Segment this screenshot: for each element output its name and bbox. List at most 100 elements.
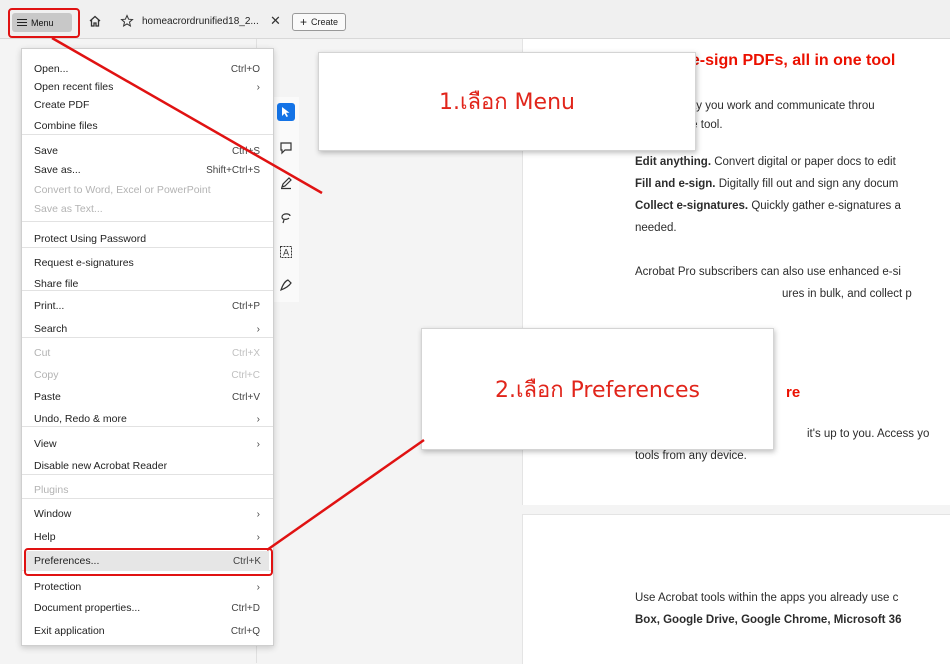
- menu-item-label: Exit application: [34, 625, 105, 637]
- fill-text: Digitally fill out and sign any docum: [715, 178, 899, 190]
- chevron-right-icon: ›: [256, 438, 260, 450]
- collect-bold: Collect e-signatures.: [635, 200, 749, 212]
- document-text: Edit anything. Convert digital or paper …: [635, 156, 896, 168]
- menu-item-exit-application[interactable]: Exit application Ctrl+Q: [34, 621, 260, 641]
- comment-icon[interactable]: [277, 139, 295, 157]
- menu-item-label: Search: [34, 323, 68, 335]
- menu-item-document-properties[interactable]: Document properties... Ctrl+D: [34, 598, 260, 618]
- menu-item-shortcut: Ctrl+D: [231, 602, 260, 614]
- menu-item-view[interactable]: View ›: [34, 434, 260, 454]
- document-heading: l e-sign PDFs, all in one tool: [682, 52, 896, 69]
- star-icon[interactable]: [120, 14, 134, 28]
- document-text: ures in bulk, and collect p: [782, 288, 912, 300]
- menu-item-label: Combine files: [34, 120, 98, 132]
- document-text: needed.: [635, 222, 677, 234]
- pen-icon[interactable]: [277, 174, 295, 192]
- menu-item-shortcut: Ctrl+S: [231, 145, 260, 157]
- plus-icon: +: [300, 15, 308, 29]
- menu-separator: [22, 221, 273, 222]
- highlight-preferences: [24, 548, 273, 576]
- close-icon[interactable]: ✕: [270, 13, 281, 29]
- menu-item-save-as[interactable]: Save as... Shift+Ctrl+S: [34, 160, 260, 180]
- menu-item-label: Create PDF: [34, 99, 90, 111]
- menu-item-window[interactable]: Window ›: [34, 504, 260, 524]
- menu-item-plugins[interactable]: Plugins: [34, 480, 260, 500]
- menu-item-request-e-signatures[interactable]: Request e-signatures: [34, 253, 260, 273]
- document-heading: re: [786, 384, 801, 401]
- document-text: Box, Google Drive, Google Chrome, Micros…: [635, 614, 902, 626]
- menu-item-open[interactable]: Open... Ctrl+O: [34, 59, 260, 79]
- menu-item-label: Copy: [34, 369, 59, 381]
- lasso-icon[interactable]: [277, 209, 295, 227]
- menu-item-print[interactable]: Print... Ctrl+P: [34, 296, 260, 316]
- menu-item-protect-using-password[interactable]: Protect Using Password: [34, 229, 260, 249]
- top-tab-bar: Menu homeacrordrunified18_2... ✕ + Creat…: [0, 0, 950, 39]
- menu-item-label: Undo, Redo & more: [34, 413, 127, 425]
- menu-item-shortcut: Ctrl+P: [231, 300, 260, 312]
- menu-item-label: Save as Text...: [34, 203, 103, 215]
- menu-item-shortcut: Ctrl+Q: [230, 625, 260, 637]
- menu-item-label: Open...: [34, 63, 69, 75]
- menu-item-create-pdf[interactable]: Create PDF: [34, 95, 260, 115]
- document-text: it's up to you. Access yo: [807, 428, 930, 440]
- create-button[interactable]: + Create: [292, 13, 347, 31]
- menu-item-shortcut: Ctrl+O: [230, 63, 260, 75]
- menu-item-label: Save as...: [34, 164, 81, 176]
- chevron-right-icon: ›: [256, 413, 260, 425]
- callout-step2-text: 2.เลือก Preferences: [495, 377, 700, 403]
- menu-item-help[interactable]: Help ›: [34, 527, 260, 547]
- menu-item-share-file[interactable]: Share file: [34, 274, 260, 294]
- menu-item-save-as-text[interactable]: Save as Text...: [34, 199, 260, 219]
- menu-item-label: Document properties...: [34, 602, 141, 614]
- menu-item-combine-files[interactable]: Combine files: [34, 116, 260, 136]
- menu-item-label: Protect Using Password: [34, 233, 147, 245]
- menu-item-label: View: [34, 438, 57, 450]
- document-text: Fill and e-sign. Digitally fill out and …: [635, 178, 898, 190]
- document-text: Acrobat Pro subscribers can also use enh…: [635, 266, 901, 278]
- tab-title[interactable]: homeacrordrunified18_2...: [142, 16, 259, 27]
- chevron-right-icon: ›: [256, 323, 260, 335]
- edit-bold: Edit anything.: [635, 156, 712, 168]
- menu-item-shortcut: Shift+Ctrl+S: [206, 164, 260, 176]
- select-tool-icon[interactable]: [277, 103, 295, 121]
- callout-step1-text: 1.เลือก Menu: [439, 90, 575, 115]
- sign-icon[interactable]: [277, 276, 295, 294]
- menu-item-label: Help: [34, 531, 56, 543]
- menu-item-paste[interactable]: Paste Ctrl+V: [34, 387, 260, 407]
- menu-item-undo-redo-more[interactable]: Undo, Redo & more ›: [34, 409, 260, 429]
- chevron-right-icon: ›: [256, 81, 260, 93]
- connector-line-step2: [266, 438, 425, 552]
- callout-step1: 1.เลือก Menu: [318, 52, 696, 151]
- menu-item-open-recent-files[interactable]: Open recent files ›: [34, 77, 260, 97]
- highlight-menu-button: [8, 8, 80, 38]
- menu-item-protection[interactable]: Protection ›: [34, 577, 260, 597]
- menu-item-search[interactable]: Search ›: [34, 319, 260, 339]
- chevron-right-icon: ›: [256, 531, 260, 543]
- document-page: [522, 514, 950, 664]
- menu-item-label: Request e-signatures: [34, 257, 134, 269]
- document-text: e way you work and communicate throu: [672, 100, 875, 112]
- menu-item-label: Paste: [34, 391, 61, 403]
- menu-item-label: Open recent files: [34, 81, 114, 93]
- menu-item-cut[interactable]: Cut Ctrl+X: [34, 343, 260, 363]
- callout-step2: 2.เลือก Preferences: [421, 328, 774, 450]
- menu-item-convert-to-word-excel-or-powerpoint[interactable]: Convert to Word, Excel or PowerPoint: [34, 180, 260, 200]
- menu-item-label: Convert to Word, Excel or PowerPoint: [34, 184, 211, 196]
- svg-text:A: A: [283, 249, 290, 259]
- menu-item-label: Print...: [34, 300, 65, 312]
- document-text: Collect e-signatures. Quickly gather e-s…: [635, 200, 901, 212]
- tool-column: A: [272, 97, 299, 302]
- menu-item-shortcut: Ctrl+V: [231, 391, 260, 403]
- home-icon[interactable]: [88, 14, 102, 28]
- chevron-right-icon: ›: [256, 581, 260, 593]
- document-text: Use Acrobat tools within the apps you al…: [635, 592, 899, 604]
- menu-item-label: Protection: [34, 581, 82, 593]
- menu-item-label: Save: [34, 145, 58, 157]
- menu-item-shortcut: Ctrl+X: [231, 347, 260, 359]
- menu-item-shortcut: Ctrl+C: [231, 369, 260, 381]
- text-select-icon[interactable]: A: [277, 243, 295, 261]
- menu-item-save[interactable]: Save Ctrl+S: [34, 141, 260, 161]
- menu-item-copy[interactable]: Copy Ctrl+C: [34, 365, 260, 385]
- menu-item-label: Plugins: [34, 484, 69, 496]
- menu-item-disable-new-acrobat-reader[interactable]: Disable new Acrobat Reader: [34, 456, 260, 476]
